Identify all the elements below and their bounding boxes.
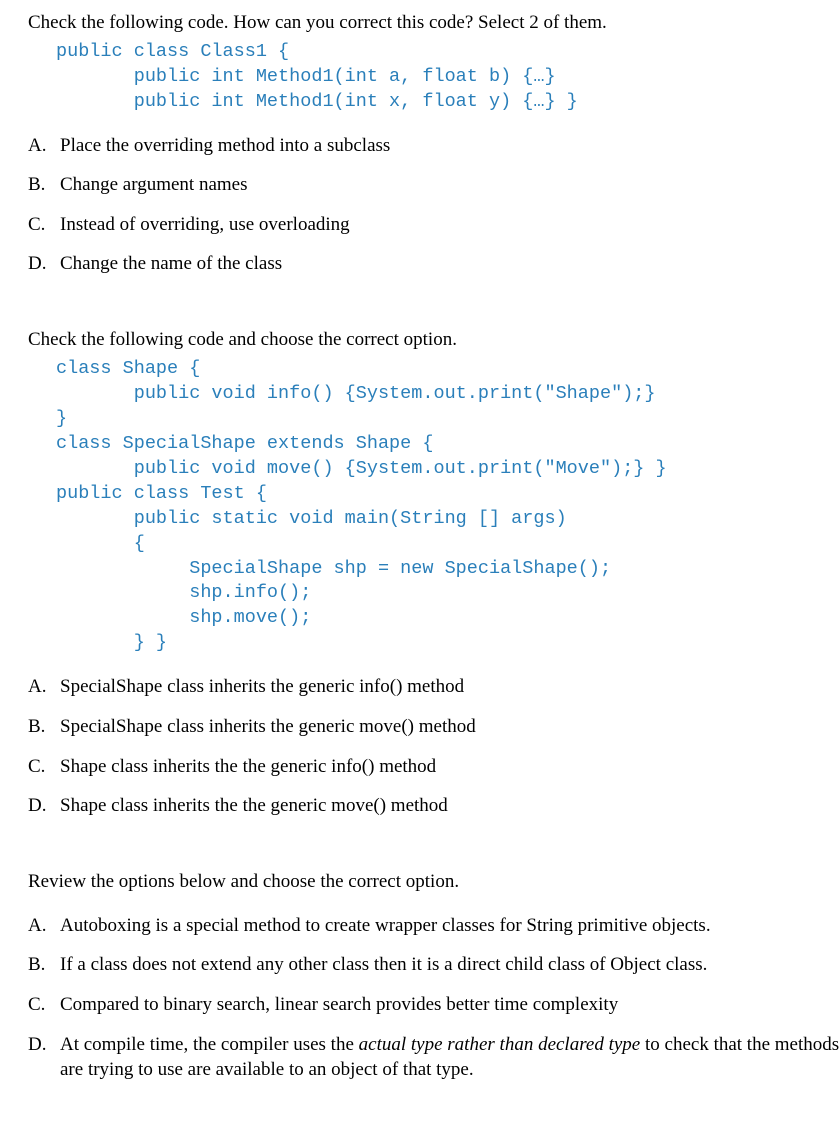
q3d-pre: At compile time, the compiler uses the (60, 1034, 359, 1055)
option-text: Change the name of the class (60, 251, 840, 277)
option-letter: D. (28, 251, 60, 277)
option-text: Place the overriding method into a subcl… (60, 133, 840, 159)
q3-prompt: Review the options below and choose the … (28, 869, 840, 895)
q2-option-b[interactable]: B. SpecialShape class inherits the gener… (28, 714, 840, 740)
q1-code: public class Class1 { public int Method1… (56, 40, 840, 115)
option-letter: B. (28, 952, 60, 978)
q2-option-a[interactable]: A. SpecialShape class inherits the gener… (28, 674, 840, 700)
option-text: SpecialShape class inherits the generic … (60, 714, 840, 740)
q3d-italic: actual type rather than declared type (359, 1034, 641, 1055)
question-1: Check the following code. How can you co… (28, 10, 840, 277)
option-text: Compared to binary search, linear search… (60, 992, 840, 1018)
q2-options: A. SpecialShape class inherits the gener… (28, 674, 840, 819)
q3-option-b[interactable]: B. If a class does not extend any other … (28, 952, 840, 978)
q3-option-d[interactable]: D. At compile time, the compiler uses th… (28, 1032, 840, 1083)
option-letter: B. (28, 172, 60, 198)
question-3: Review the options below and choose the … (28, 869, 840, 1083)
q2-option-c[interactable]: C. Shape class inherits the the generic … (28, 754, 840, 780)
option-letter: C. (28, 992, 60, 1018)
q3-option-c[interactable]: C. Compared to binary search, linear sea… (28, 992, 840, 1018)
option-letter: C. (28, 754, 60, 780)
q1-option-d[interactable]: D. Change the name of the class (28, 251, 840, 277)
q1-option-a[interactable]: A. Place the overriding method into a su… (28, 133, 840, 159)
option-letter: D. (28, 793, 60, 819)
q2-option-d[interactable]: D. Shape class inherits the the generic … (28, 793, 840, 819)
option-text: At compile time, the compiler uses the a… (60, 1032, 840, 1083)
option-text: Instead of overriding, use overloading (60, 212, 840, 238)
option-text: SpecialShape class inherits the generic … (60, 674, 840, 700)
option-letter: A. (28, 674, 60, 700)
q3-options: A. Autoboxing is a special method to cre… (28, 913, 840, 1083)
option-letter: D. (28, 1032, 60, 1058)
option-text: Shape class inherits the the generic inf… (60, 754, 840, 780)
option-letter: C. (28, 212, 60, 238)
q1-option-b[interactable]: B. Change argument names (28, 172, 840, 198)
option-letter: A. (28, 913, 60, 939)
option-text: Change argument names (60, 172, 840, 198)
q1-option-c[interactable]: C. Instead of overriding, use overloadin… (28, 212, 840, 238)
q2-prompt: Check the following code and choose the … (28, 327, 840, 353)
option-text: Autoboxing is a special method to create… (60, 913, 840, 939)
q1-prompt: Check the following code. How can you co… (28, 10, 840, 36)
q3-option-a[interactable]: A. Autoboxing is a special method to cre… (28, 913, 840, 939)
option-letter: B. (28, 714, 60, 740)
q1-options: A. Place the overriding method into a su… (28, 133, 840, 278)
option-letter: A. (28, 133, 60, 159)
q2-code: class Shape { public void info() {System… (56, 357, 840, 657)
question-2: Check the following code and choose the … (28, 327, 840, 819)
option-text: Shape class inherits the the generic mov… (60, 793, 840, 819)
option-text: If a class does not extend any other cla… (60, 952, 840, 978)
